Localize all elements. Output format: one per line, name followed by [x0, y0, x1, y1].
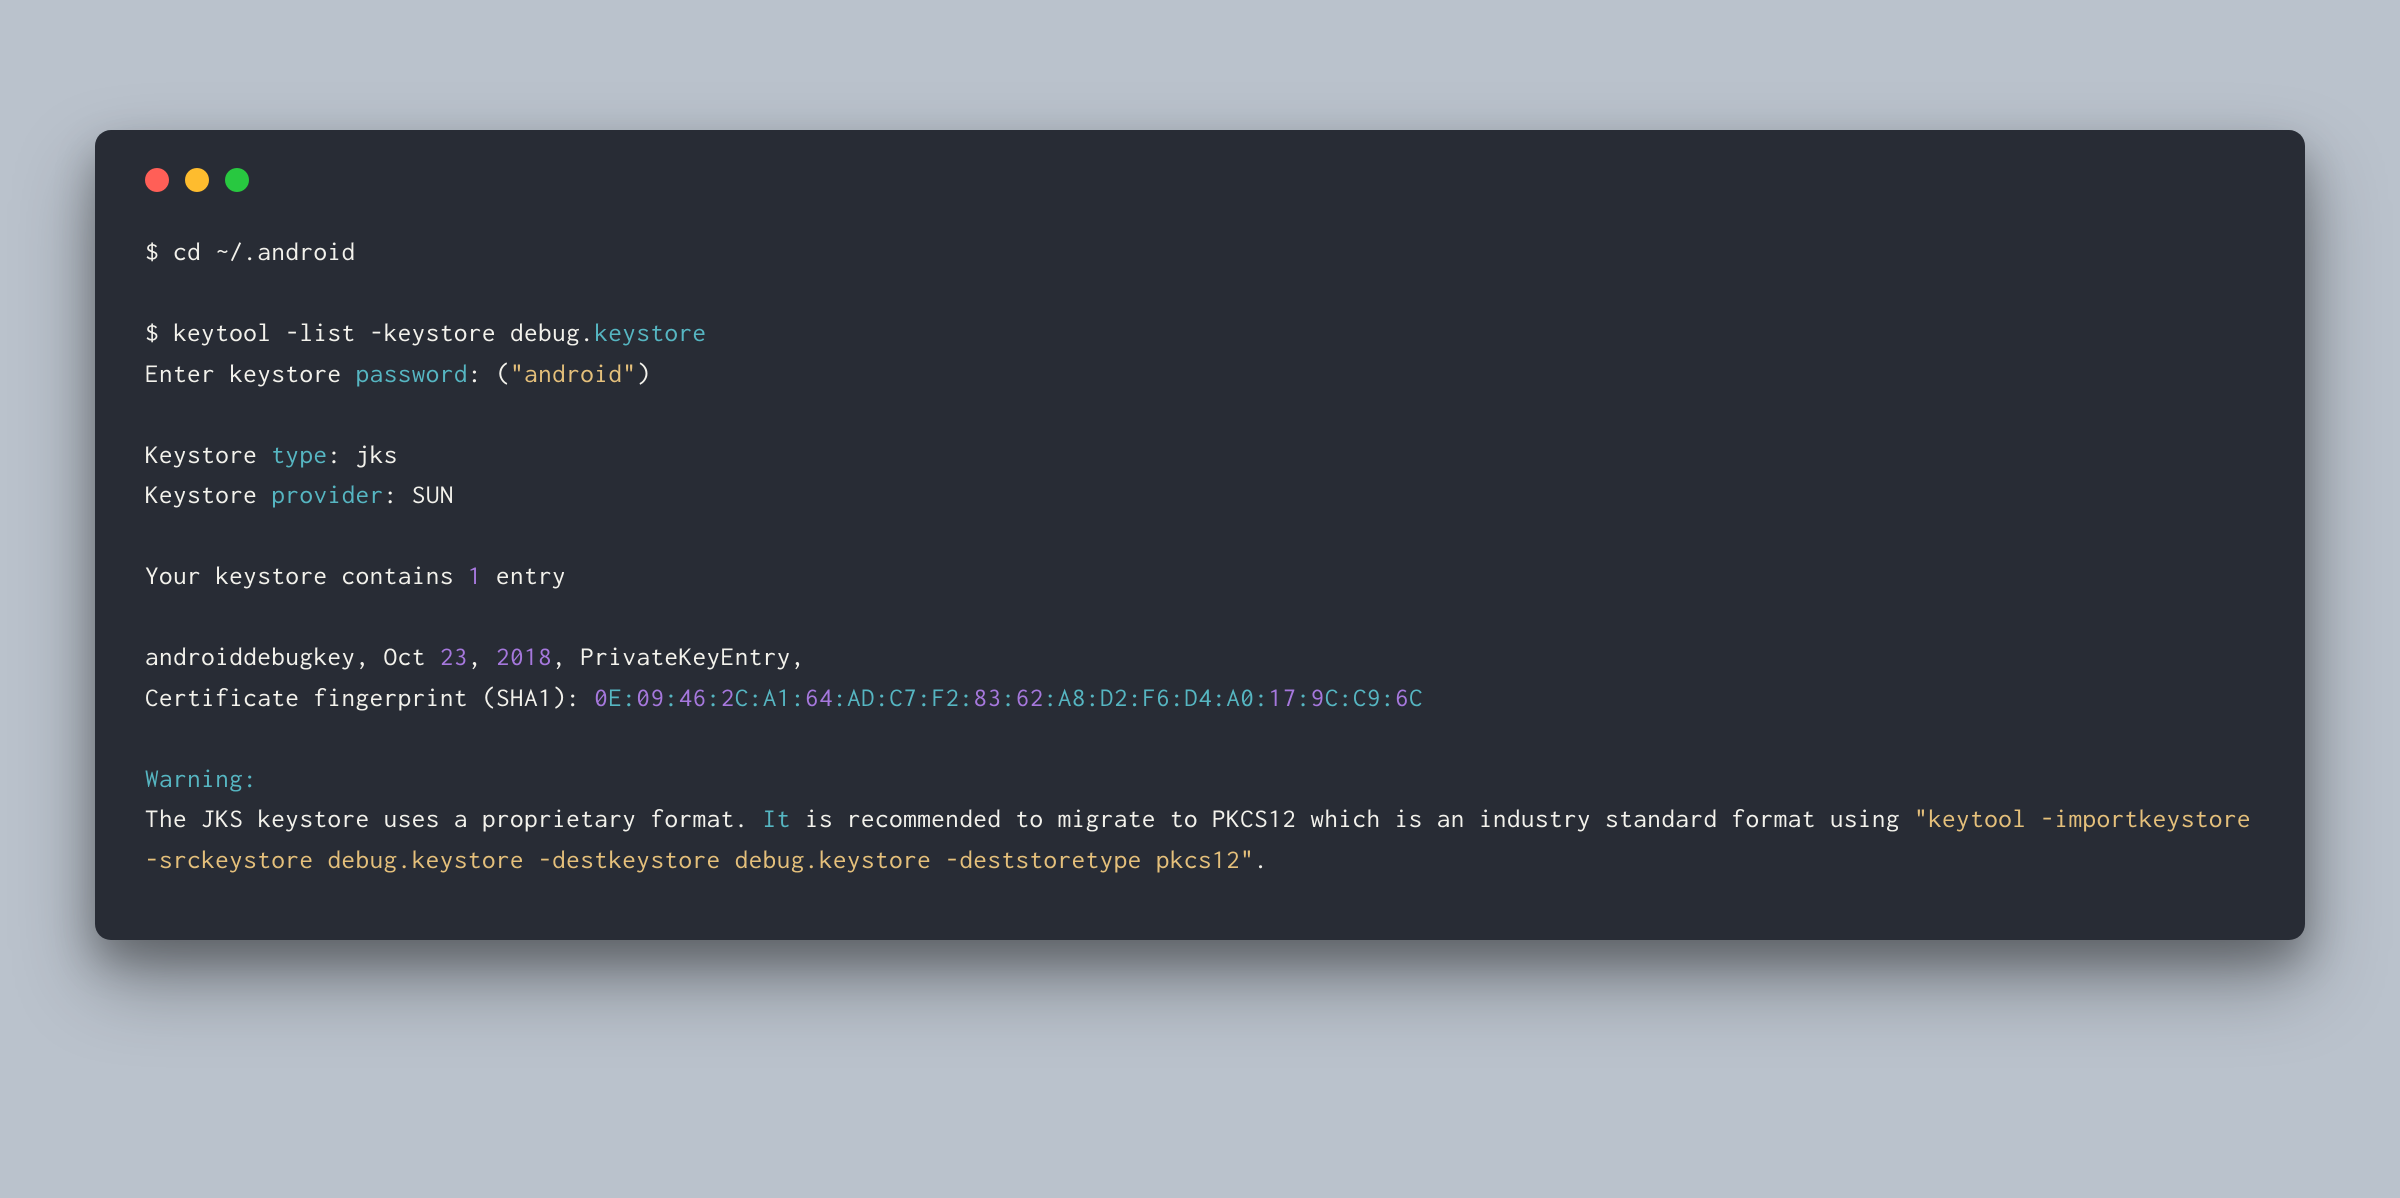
fp: 64	[805, 684, 833, 712]
string-value: "android"	[510, 360, 636, 388]
text: , PrivateKeyEntry,	[552, 643, 819, 671]
colon: :	[960, 684, 974, 712]
fp: D2	[1100, 684, 1128, 712]
number-day: 23	[440, 643, 468, 671]
colon: :	[665, 684, 679, 712]
fp: 2	[721, 684, 735, 712]
terminal-output: $ cd ~/.android $ keytool -list -keystor…	[145, 232, 2255, 880]
fp: 62	[1016, 684, 1044, 712]
text: Keystore	[145, 481, 271, 509]
text: : jks	[328, 441, 398, 469]
colon: :	[1170, 684, 1184, 712]
fp: 46	[679, 684, 707, 712]
colon: :	[1381, 684, 1395, 712]
colon: :	[1128, 684, 1142, 712]
text: Your keystore contains	[145, 562, 468, 590]
prompt-line-2: $ keytool -list -keystore debug.	[145, 319, 594, 347]
colon: :	[622, 684, 636, 712]
path-text: .android	[243, 238, 355, 266]
text: Enter keystore	[145, 360, 356, 388]
maximize-icon[interactable]	[225, 168, 249, 192]
text: .	[1254, 846, 1268, 874]
prompt-line-1: $ cd ~/	[145, 238, 243, 266]
colon: :	[707, 684, 721, 712]
fp: C	[735, 684, 749, 712]
fp: C	[1409, 684, 1423, 712]
close-icon[interactable]	[145, 168, 169, 192]
text: androiddebugkey, Oct	[145, 643, 440, 671]
colon: :	[917, 684, 931, 712]
fp: 6	[1395, 684, 1409, 712]
fp: 17	[1269, 684, 1297, 712]
warning-text: is recommended to migrate to PKCS12 whic…	[791, 805, 1914, 833]
colon: :	[1254, 684, 1268, 712]
colon: :	[791, 684, 805, 712]
keyword-password: password	[356, 360, 468, 388]
terminal-window: $ cd ~/.android $ keytool -list -keystor…	[95, 130, 2305, 940]
fp: F6	[1142, 684, 1170, 712]
fp: A1	[763, 684, 791, 712]
colon: :	[833, 684, 847, 712]
keyword-keystore: keystore	[594, 319, 706, 347]
fp: A0	[1226, 684, 1254, 712]
text: ,	[468, 643, 496, 671]
colon: :	[1044, 684, 1058, 712]
fp: E	[608, 684, 622, 712]
colon: :	[1086, 684, 1100, 712]
colon: :	[1297, 684, 1311, 712]
window-controls	[145, 168, 2255, 192]
keyword-it: It	[763, 805, 791, 833]
fp: 0	[594, 684, 608, 712]
fp: C9	[1353, 684, 1381, 712]
text: Certificate fingerprint (SHA1):	[145, 684, 594, 712]
fp: 83	[974, 684, 1002, 712]
number: 1	[468, 562, 482, 590]
fp: F2	[931, 684, 959, 712]
colon: :	[875, 684, 889, 712]
text: Keystore	[145, 441, 271, 469]
fp: A8	[1058, 684, 1086, 712]
text: : (	[468, 360, 510, 388]
minimize-icon[interactable]	[185, 168, 209, 192]
text: : SUN	[384, 481, 454, 509]
number-year: 2018	[496, 643, 552, 671]
colon: :	[1212, 684, 1226, 712]
fp: D4	[1184, 684, 1212, 712]
fp: 9	[1311, 684, 1325, 712]
fp: C7	[889, 684, 917, 712]
text: entry	[482, 562, 566, 590]
fp: AD	[847, 684, 875, 712]
fp: C	[1325, 684, 1339, 712]
warning-text: The JKS keystore uses a proprietary form…	[145, 805, 763, 833]
keyword-type: type	[271, 441, 327, 469]
text: )	[636, 360, 650, 388]
colon: :	[1002, 684, 1016, 712]
keyword-provider: provider	[271, 481, 383, 509]
colon: :	[1339, 684, 1353, 712]
colon: :	[749, 684, 763, 712]
fp: 09	[636, 684, 664, 712]
warning-label: Warning:	[145, 765, 257, 793]
